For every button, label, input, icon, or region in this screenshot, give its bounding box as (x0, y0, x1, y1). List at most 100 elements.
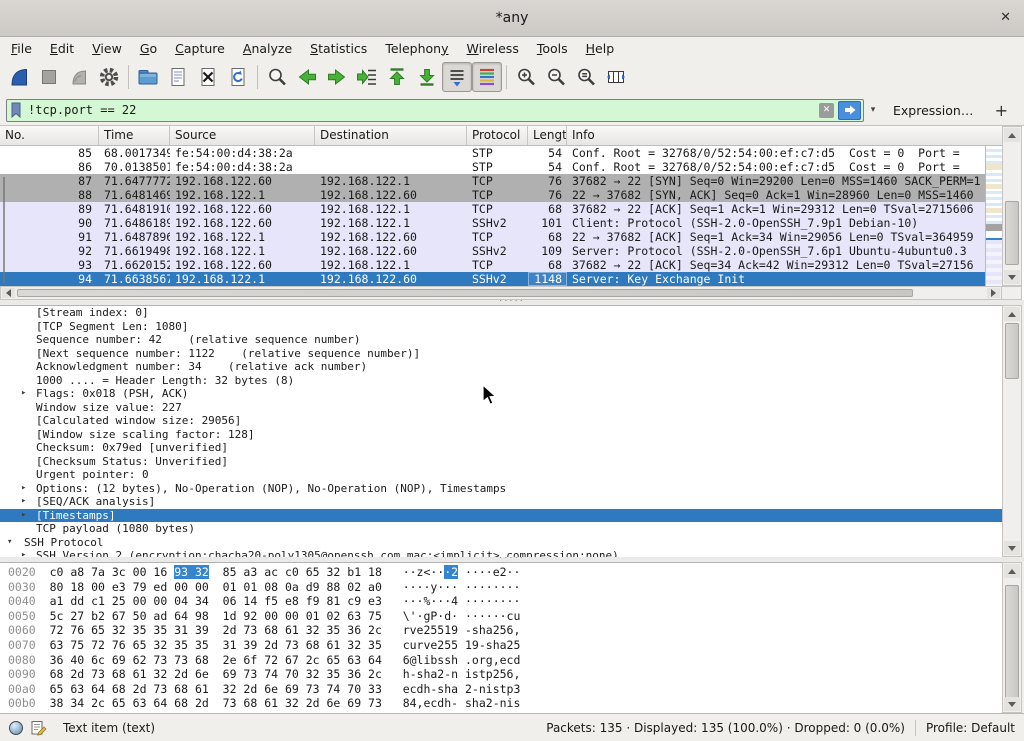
menu-telephony[interactable]: Telephony (376, 39, 457, 58)
hex-row-0050[interactable]: 0050 5c 27 b2 67 50 ad 64 98 1d 92 00 00… (8, 609, 1002, 624)
detail-line[interactable]: ▸[Timestamps] (0, 509, 1002, 523)
hex-row-0090[interactable]: 0090 68 2d 73 68 61 32 2d 6e 69 73 74 70… (8, 667, 1002, 682)
detail-line[interactable]: ▸Options: (12 bytes), No-Operation (NOP)… (0, 482, 1002, 496)
collapsed-arrow-icon[interactable]: ▸ (21, 482, 26, 496)
scroll-left-button[interactable] (2, 288, 15, 298)
packet-list-header[interactable]: No.TimeSourceDestinationProtocolLengthIn… (0, 126, 1002, 146)
collapsed-arrow-icon[interactable]: ▸ (21, 387, 26, 401)
packet-row-94[interactable]: 9471.663856741192.168.122.1192.168.122.6… (0, 272, 985, 286)
collapsed-arrow-icon[interactable]: ▸ (21, 495, 26, 509)
capture-comment-icon[interactable] (31, 720, 47, 736)
hex-row-0020[interactable]: 0020 c0 a8 7a 3c 00 16 93 32 85 a3 ac c0… (8, 565, 1002, 580)
display-filter-input[interactable]: !tcp.port == 22 ✕ (6, 99, 864, 122)
menu-capture[interactable]: Capture (166, 39, 234, 58)
scroll-down-button[interactable] (1004, 541, 1020, 555)
filter-clear-button[interactable]: ✕ (819, 103, 834, 118)
menu-go[interactable]: Go (131, 39, 166, 58)
go-to-top-button[interactable] (382, 62, 412, 92)
scrollbar-thumb[interactable] (17, 289, 913, 297)
column-header-source[interactable]: Source (170, 126, 315, 145)
go-back-button[interactable] (292, 62, 322, 92)
detail-line[interactable]: [Window size scaling factor: 128] (0, 428, 1002, 442)
scrollbar-thumb[interactable] (1005, 323, 1019, 379)
detail-line[interactable]: Checksum: 0x79ed [unverified] (0, 441, 1002, 455)
intelligent-scrollbar-minimap[interactable] (985, 146, 1002, 286)
column-header-destination[interactable]: Destination (315, 126, 467, 145)
bookmark-icon[interactable] (9, 101, 23, 119)
hex-row-0030[interactable]: 0030 80 18 00 e3 79 ed 00 00 01 01 08 0a… (8, 580, 1002, 595)
packet-row-91[interactable]: 9171.648789678192.168.122.1192.168.122.6… (0, 230, 985, 244)
restart-capture-button[interactable] (64, 62, 94, 92)
menu-analyze[interactable]: Analyze (234, 39, 301, 58)
detail-line[interactable]: [Calculated window size: 29056] (0, 414, 1002, 428)
open-file-button[interactable] (133, 62, 163, 92)
detail-line[interactable]: ▸SSH Version 2 (encryption:chacha20-poly… (0, 549, 1002, 557)
hex-row-00b0[interactable]: 00b0 38 34 2c 65 63 64 68 2d 73 68 61 32… (8, 696, 1002, 711)
expression-button[interactable]: Expression… (893, 103, 973, 118)
detail-line[interactable]: Urgent pointer: 0 (0, 468, 1002, 482)
collapsed-arrow-icon[interactable]: ▸ (21, 509, 26, 523)
filter-dropdown-caret[interactable]: ▾ (867, 105, 879, 115)
packet-row-93[interactable]: 9371.662015274192.168.122.60192.168.122.… (0, 258, 985, 272)
go-to-packet-button[interactable] (352, 62, 382, 92)
expanded-arrow-icon[interactable]: ▾ (7, 536, 12, 550)
detail-line[interactable]: [Next sequence number: 1122 (relative se… (0, 347, 1002, 361)
detail-line[interactable]: [Checksum Status: Unverified] (0, 455, 1002, 469)
column-header-protocol[interactable]: Protocol (467, 126, 528, 145)
scroll-down-button[interactable] (1004, 270, 1020, 284)
start-capture-button[interactable] (4, 62, 34, 92)
find-packet-button[interactable] (262, 62, 292, 92)
packet-list-vscrollbar[interactable] (1002, 126, 1022, 286)
scrollbar-thumb[interactable] (1005, 201, 1019, 265)
hex-row-00a0[interactable]: 00a0 65 63 64 68 2d 73 68 61 32 2d 6e 69… (8, 682, 1002, 697)
expert-info-icon[interactable] (9, 721, 23, 735)
detail-line[interactable]: [TCP Segment Len: 1080] (0, 320, 1002, 334)
scroll-right-button[interactable] (987, 288, 1000, 298)
hex-row-0040[interactable]: 0040 a1 dd c1 25 00 00 04 34 06 14 f5 e8… (8, 594, 1002, 609)
hex-row-0070[interactable]: 0070 63 75 72 76 65 32 35 35 31 39 2d 73… (8, 638, 1002, 653)
menu-statistics[interactable]: Statistics (301, 39, 376, 58)
detail-line[interactable]: ▾SSH Protocol (0, 536, 1002, 550)
column-header-time[interactable]: Time (99, 126, 170, 145)
hex-row-0080[interactable]: 0080 36 40 6c 69 62 73 73 68 2e 6f 72 67… (8, 653, 1002, 668)
menu-edit[interactable]: Edit (41, 39, 83, 58)
scrollbar-thumb[interactable] (1005, 585, 1019, 699)
menu-file[interactable]: File (2, 39, 41, 58)
menu-help[interactable]: Help (577, 39, 624, 58)
packet-row-87[interactable]: 8771.647777234192.168.122.60192.168.122.… (0, 174, 985, 188)
add-filter-button[interactable]: + (995, 101, 1008, 120)
column-header-length[interactable]: Length (528, 126, 567, 145)
capture-options-button[interactable] (94, 62, 124, 92)
colorize-button[interactable] (472, 62, 502, 92)
save-file-button[interactable] (163, 62, 193, 92)
zoom-out-button[interactable] (541, 62, 571, 92)
reload-file-button[interactable] (223, 62, 253, 92)
hex-vscrollbar[interactable] (1002, 562, 1022, 713)
scroll-up-button[interactable] (1004, 128, 1020, 142)
profile-label[interactable]: Profile: Default (926, 721, 1015, 735)
detail-line[interactable]: Sequence number: 42 (relative sequence n… (0, 333, 1002, 347)
column-header-no[interactable]: No. (0, 126, 99, 145)
detail-line[interactable]: [Stream index: 0] (0, 306, 1002, 320)
close-file-button[interactable] (193, 62, 223, 92)
detail-line[interactable]: ▸[SEQ/ACK analysis] (0, 495, 1002, 509)
go-forward-button[interactable] (322, 62, 352, 92)
detail-vscrollbar[interactable] (1002, 305, 1022, 557)
packet-row-89[interactable]: 8971.648191037192.168.122.60192.168.122.… (0, 202, 985, 216)
column-header-info[interactable]: Info (567, 126, 1002, 145)
filter-apply-button[interactable] (838, 101, 861, 120)
menu-view[interactable]: View (83, 39, 131, 58)
scroll-up-button[interactable] (1004, 307, 1020, 321)
packet-row-92[interactable]: 9271.661949820192.168.122.1192.168.122.6… (0, 244, 985, 258)
menu-wireless[interactable]: Wireless (458, 39, 528, 58)
packet-row-86[interactable]: 8670.013850163fe:54:00:d4:38:2aSTP54Conf… (0, 160, 985, 174)
title-bar[interactable]: *any ✕ (0, 0, 1024, 37)
packet-row-88[interactable]: 8871.648146932192.168.122.1192.168.122.6… (0, 188, 985, 202)
zoom-100-button[interactable] (571, 62, 601, 92)
stop-capture-button[interactable] (34, 62, 64, 92)
hex-row-0060[interactable]: 0060 72 76 65 32 35 35 31 39 2d 73 68 61… (8, 623, 1002, 638)
scroll-down-button[interactable] (1004, 697, 1020, 711)
detail-line[interactable]: TCP payload (1080 bytes) (0, 522, 1002, 536)
packet-row-90[interactable]: 9071.648618924192.168.122.60192.168.122.… (0, 216, 985, 230)
resize-columns-button[interactable] (601, 62, 631, 92)
